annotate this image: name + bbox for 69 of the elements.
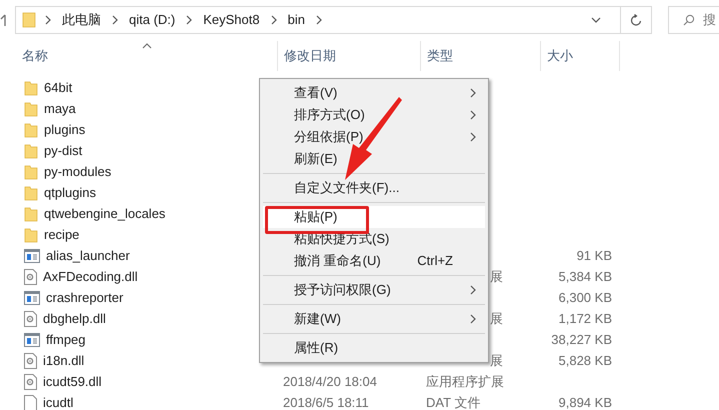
folder-icon: [24, 100, 38, 116]
gear-file-icon: [24, 268, 37, 284]
folder-icon: [24, 206, 38, 222]
file-name[interactable]: AxFDecoding.dll: [43, 266, 138, 286]
column-header[interactable]: 修改日期: [278, 46, 336, 66]
breadcrumb-item[interactable]: KeyShot8: [195, 10, 268, 30]
file-name[interactable]: icudt59.dll: [43, 372, 102, 392]
file-size: 9,894 KB: [558, 394, 612, 410]
file-size: 6,300 KB: [558, 288, 612, 307]
folder-icon: [24, 184, 38, 200]
folder-icon: [24, 142, 38, 158]
application-icon: [24, 332, 40, 346]
file-name[interactable]: py-dist: [44, 140, 82, 160]
file-name[interactable]: icudtl: [43, 392, 74, 410]
address-bar[interactable]: 此电脑 qita (D:) KeyShot8 bin: [15, 6, 652, 34]
gear-file-icon: [24, 374, 37, 390]
modified-date: 2018/6/5 18:11: [283, 394, 369, 410]
file-name[interactable]: py-modules: [44, 162, 112, 182]
menu-item[interactable]: 授予访问权限(G): [263, 279, 485, 301]
file-name[interactable]: crashreporter: [46, 288, 124, 308]
menu-item[interactable]: 自定义文件夹(F)...: [263, 177, 485, 199]
folder-icon: [24, 80, 38, 96]
menu-item[interactable]: 撤消 重命名(U) Ctrl+Z: [263, 250, 485, 272]
menu-item[interactable]: 刷新(E): [263, 148, 485, 170]
breadcrumb-item[interactable]: bin: [280, 10, 313, 30]
file-name[interactable]: i18n.dll: [43, 350, 84, 370]
file-name[interactable]: ffmpeg: [46, 330, 86, 350]
file-size: 5,384 KB: [558, 268, 612, 286]
file-size: 5,828 KB: [558, 352, 612, 370]
file-name[interactable]: qtplugins: [44, 182, 96, 202]
folder-icon: [24, 164, 38, 180]
menu-item[interactable]: 分组依据(P): [263, 126, 485, 148]
file-name[interactable]: 64bit: [44, 78, 72, 98]
folder-icon: [22, 12, 36, 28]
search-field[interactable]: 搜: [668, 6, 719, 34]
gear-file-icon: [24, 310, 37, 326]
folder-icon: [24, 122, 38, 138]
modified-date: 2018/4/20 18:04: [283, 374, 377, 389]
menu-item[interactable]: 排序方式(O): [263, 104, 485, 126]
column-header[interactable]: 类型: [421, 46, 453, 66]
file-size: 91 KB: [576, 246, 612, 265]
file-name[interactable]: plugins: [44, 120, 86, 140]
file-type: 展: [490, 352, 503, 370]
breadcrumb-item[interactable]: qita (D:): [121, 10, 184, 30]
menu-item[interactable]: 属性(R): [263, 337, 485, 359]
application-icon: [24, 290, 40, 304]
sort-up-icon: [142, 43, 152, 49]
folder-icon: [24, 226, 38, 242]
file-name[interactable]: qtwebengine_locales: [44, 204, 166, 224]
menu-item[interactable]: 粘贴(P): [263, 206, 485, 228]
search-icon: [683, 14, 695, 26]
file-type: 展: [490, 268, 503, 286]
file-name[interactable]: dbghelp.dll: [43, 308, 106, 328]
gear-file-icon: [24, 352, 37, 368]
file-name[interactable]: alias_launcher: [46, 246, 130, 266]
file-type: 应用程序扩展: [426, 372, 504, 391]
menu-item[interactable]: 新建(W): [263, 308, 485, 330]
menu-item[interactable]: 查看(V): [263, 82, 485, 104]
file-type: 展: [490, 310, 503, 328]
refresh-icon[interactable]: [630, 14, 642, 26]
file-type: DAT 文件: [426, 394, 480, 410]
application-icon: [24, 248, 40, 262]
column-header[interactable]: 名称: [15, 46, 48, 66]
column-header[interactable]: 大小: [541, 46, 573, 66]
file-name[interactable]: maya: [44, 98, 76, 118]
file-name[interactable]: recipe: [44, 224, 80, 244]
file-size: 1,172 KB: [558, 310, 612, 328]
breadcrumb-item[interactable]: 此电脑: [54, 10, 109, 30]
file-size: 38,227 KB: [551, 330, 612, 349]
